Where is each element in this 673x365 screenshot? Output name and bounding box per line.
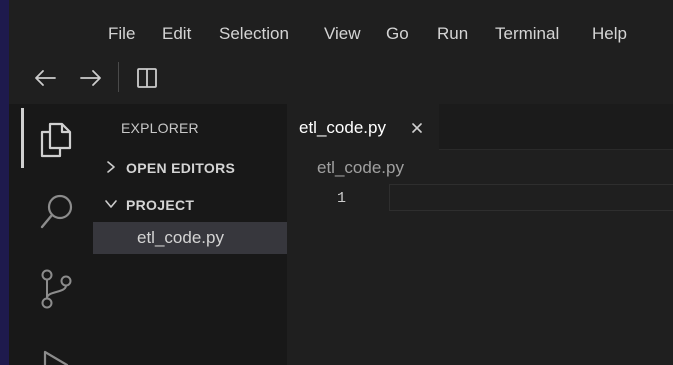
split-editor-icon[interactable] (136, 67, 158, 89)
file-item-etl-code[interactable]: etl_code.py (93, 222, 287, 254)
menu-edit[interactable]: Edit (162, 24, 191, 44)
current-line-highlight[interactable] (389, 184, 673, 211)
explorer-icon[interactable] (36, 118, 76, 160)
menu-file[interactable]: File (108, 24, 135, 44)
editor-area: etl_code.py etl_code.py 1 (287, 104, 673, 365)
menu-run[interactable]: Run (437, 24, 468, 44)
title-toolbar (9, 52, 673, 104)
close-icon[interactable] (409, 120, 425, 136)
tab-etl-code[interactable]: etl_code.py (287, 104, 439, 150)
source-control-icon[interactable] (38, 267, 76, 311)
open-editors-header[interactable]: OPEN EDITORS (101, 154, 287, 180)
explorer-sidebar: EXPLORER OPEN EDITORS PROJECT etl_code.p… (93, 104, 287, 365)
project-header[interactable]: PROJECT (101, 191, 287, 217)
breadcrumb[interactable]: etl_code.py (317, 158, 404, 178)
open-editors-label: OPEN EDITORS (126, 160, 236, 176)
arrow-right-icon[interactable] (79, 68, 103, 88)
arrow-left-icon[interactable] (33, 68, 57, 88)
sidebar-title: EXPLORER (121, 120, 199, 136)
menu-view[interactable]: View (324, 24, 361, 44)
toolbar-divider (118, 62, 119, 92)
search-icon[interactable] (38, 192, 76, 232)
active-indicator (21, 108, 24, 168)
menu-terminal[interactable]: Terminal (495, 24, 559, 44)
activity-bar (9, 104, 93, 365)
editor-tabs: etl_code.py (287, 104, 673, 150)
menu-go[interactable]: Go (386, 24, 409, 44)
menu-help[interactable]: Help (592, 24, 627, 44)
window-edge-stripe (0, 0, 9, 365)
chevron-right-icon (107, 161, 115, 173)
tab-label: etl_code.py (299, 118, 386, 137)
menu-bar: File Edit Selection View Go Run Terminal… (9, 0, 673, 52)
chevron-down-icon (105, 200, 117, 208)
project-label: PROJECT (126, 197, 195, 213)
menu-selection[interactable]: Selection (219, 24, 289, 44)
file-name: etl_code.py (137, 228, 224, 247)
run-debug-icon[interactable] (39, 344, 75, 365)
line-number: 1 (337, 190, 347, 207)
